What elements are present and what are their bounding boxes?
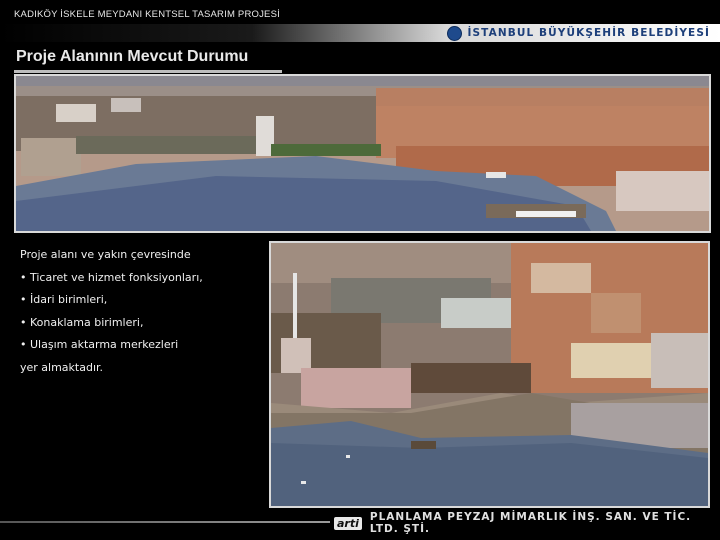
outro-text: yer almaktadır.: [20, 360, 104, 374]
title-underline: [14, 70, 282, 73]
intro-text: Proje alanı ve yakın çevresinde: [20, 248, 191, 261]
footer-divider: [0, 521, 330, 523]
aerial-photo-closeup: [269, 241, 710, 508]
list-item-administration: • İdari birimleri,: [20, 293, 108, 306]
municipality-logo-icon: [446, 25, 462, 41]
company-logo: arti: [334, 516, 362, 530]
company-brand: arti PLANLAMA PEYZAJ MİMARLIK İNŞ. SAN. …: [334, 511, 720, 535]
list-item-transit: • Ulaşım aktarma merkezleri: [20, 338, 179, 351]
list-item-accommodation: • Konaklama birimleri,: [20, 315, 144, 329]
slide-title: Proje Alanının Mevcut Durumu: [16, 48, 249, 65]
description-text: Proje alanı ve yakın çevresinde • Ticare…: [20, 248, 260, 383]
aerial-photo-panorama: [14, 74, 711, 233]
project-title: KADIKÖY İSKELE MEYDANI KENTSEL TASARIM P…: [14, 9, 280, 20]
municipality-brand: İSTANBUL BÜYÜKŞEHİR BELEDİYESİ: [446, 25, 710, 41]
list-item-commerce: • Ticaret ve hizmet fonksiyonları,: [20, 270, 203, 284]
company-name: PLANLAMA PEYZAJ MİMARLIK İNŞ. SAN. VE Tİ…: [369, 511, 692, 535]
municipality-name: İSTANBUL BÜYÜKŞEHİR BELEDİYESİ: [467, 27, 710, 39]
